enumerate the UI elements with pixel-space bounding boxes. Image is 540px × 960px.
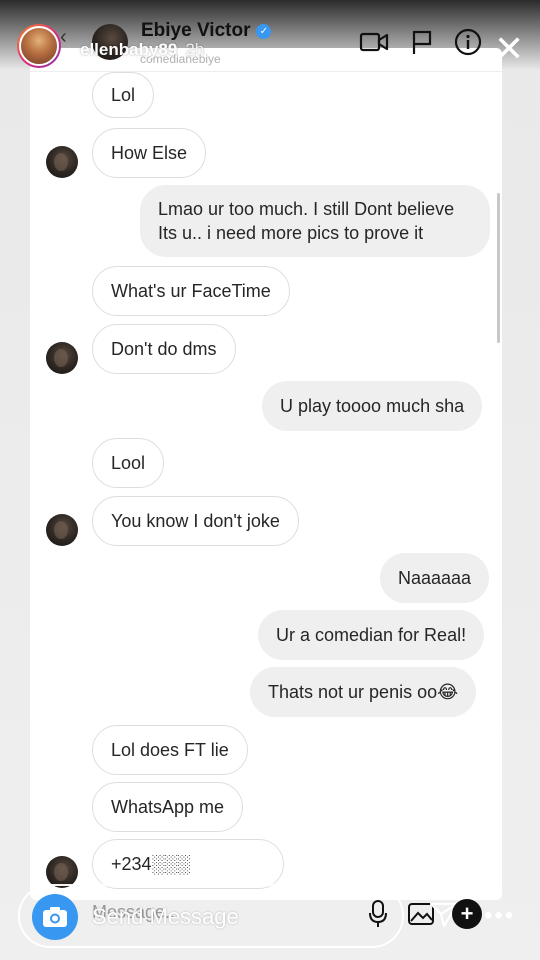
close-icon[interactable]: ✕ bbox=[494, 31, 524, 67]
message-text: Naaaaaa bbox=[398, 568, 472, 588]
contact-avatar bbox=[46, 342, 78, 374]
message-bubble-in: What's ur FaceTime bbox=[92, 266, 290, 316]
flag-icon[interactable] bbox=[406, 26, 438, 58]
message-bubble-in: Lol does FT lie bbox=[92, 725, 248, 775]
message-text: +234░░░ bbox=[111, 854, 190, 874]
message-bubble-in: WhatsApp me bbox=[92, 782, 244, 832]
story-user-avatar[interactable] bbox=[17, 24, 61, 68]
send-message-input[interactable]: Send Message bbox=[92, 904, 239, 930]
message-text: Thats not ur penis oo😂 bbox=[268, 682, 459, 702]
message-text: Don't do dms bbox=[111, 339, 217, 359]
video-call-icon[interactable] bbox=[358, 26, 390, 58]
message-text: How Else bbox=[111, 143, 188, 163]
story-top-bar: ‹ Ebiye Victor ✓ ellenbaby89 2h ✕ bbox=[0, 0, 540, 80]
message-bubble-in: Lool bbox=[92, 438, 165, 488]
camera-icon[interactable] bbox=[32, 894, 78, 940]
message-bubble-out: Ur a comedian for Real! bbox=[258, 610, 485, 660]
message-bubble-out: U play toooo much sha bbox=[262, 381, 483, 431]
microphone-icon[interactable] bbox=[362, 898, 394, 930]
message-text: U play toooo much sha bbox=[280, 396, 465, 416]
message-text: WhatsApp me bbox=[111, 797, 225, 817]
message-bubble-in: You know I don't joke bbox=[92, 496, 299, 546]
message-bubble-out: Naaaaaa bbox=[380, 553, 490, 603]
more-icon[interactable]: ••• bbox=[484, 902, 515, 930]
back-chevron-icon[interactable]: ‹ bbox=[60, 26, 67, 49]
message-bubble-in: How Else bbox=[92, 128, 207, 178]
message-text: Lol does FT lie bbox=[111, 740, 229, 760]
message-text: Lol bbox=[111, 85, 136, 105]
dm-screenshot: comedianebiye Lol How Else Lmao ur too m… bbox=[30, 48, 502, 900]
contact-name: Ebiye Victor bbox=[141, 20, 251, 41]
contact-avatar bbox=[46, 146, 78, 178]
info-icon[interactable] bbox=[452, 26, 484, 58]
message-text-line: Lmao ur too much. I still Dont believe bbox=[158, 199, 455, 219]
message-text: Lool bbox=[111, 453, 146, 473]
story-viewer: comedianebiye Lol How Else Lmao ur too m… bbox=[0, 0, 540, 960]
contact-avatar bbox=[46, 514, 78, 546]
story-username: ellenbaby89 bbox=[80, 40, 178, 59]
story-time: 2h bbox=[185, 40, 205, 59]
message-text: Ur a comedian for Real! bbox=[276, 625, 467, 645]
message-text: You know I don't joke bbox=[111, 511, 280, 531]
scrollbar[interactable] bbox=[497, 193, 500, 343]
message-text: What's ur FaceTime bbox=[111, 281, 271, 301]
contact-name-row: Ebiye Victor ✓ bbox=[141, 20, 272, 42]
message-bubble-in: Don't do dms bbox=[92, 324, 236, 374]
message-text-line: Its u.. i need more pics to prove it bbox=[158, 223, 424, 243]
message-bubble-in: +234░░░ bbox=[92, 839, 284, 889]
message-bubble-out: Thats not ur penis oo😂 bbox=[250, 667, 477, 717]
message-bubble-out: Lmao ur too much. I still Dont believe I… bbox=[140, 185, 490, 257]
add-icon[interactable]: + bbox=[452, 899, 482, 929]
verified-badge-icon: ✓ bbox=[256, 23, 272, 39]
story-username-row[interactable]: ellenbaby89 2h bbox=[80, 40, 204, 60]
